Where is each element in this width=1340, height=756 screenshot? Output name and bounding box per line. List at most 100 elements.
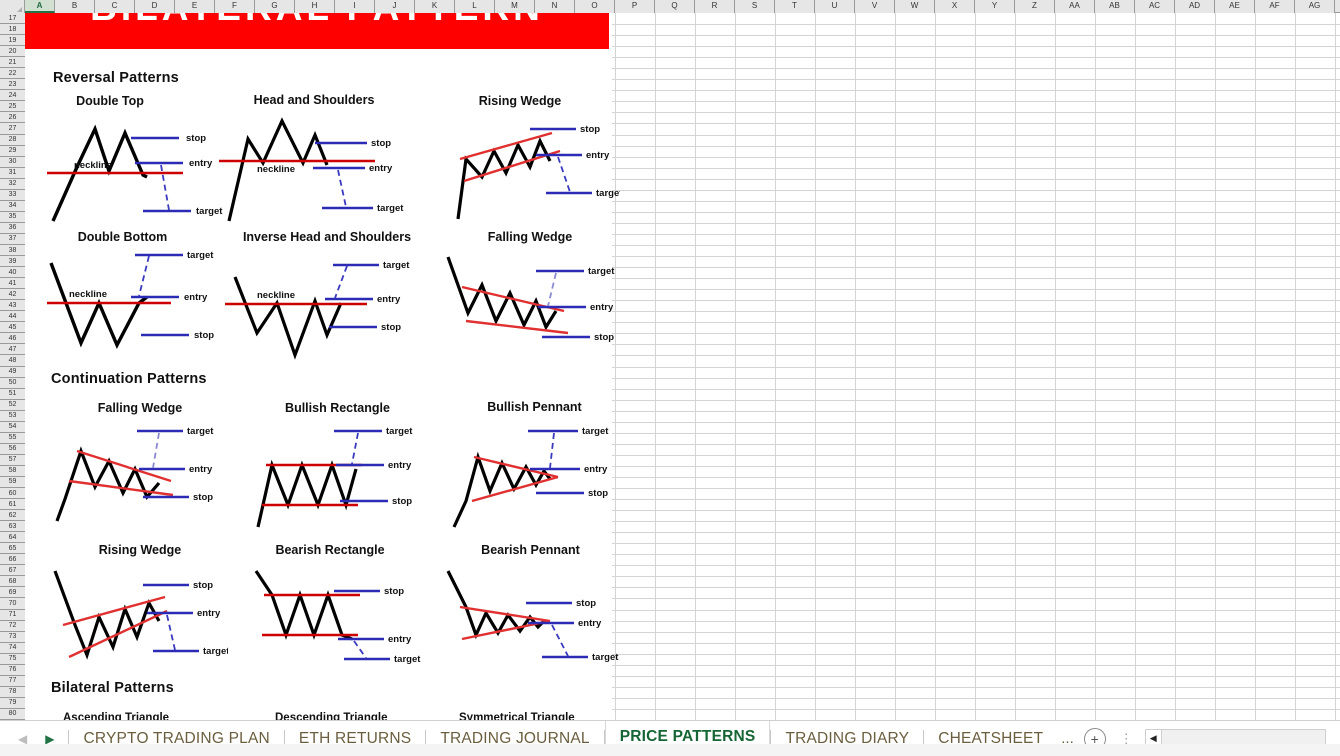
row-header-59[interactable]: 59 [0,476,25,489]
row-header-24[interactable]: 24 [0,90,25,102]
row-header-54[interactable]: 54 [0,421,25,433]
row-header-43[interactable]: 43 [0,300,25,312]
row-header-35[interactable]: 35 [0,211,25,223]
row-header-46[interactable]: 46 [0,333,25,345]
row-header-26[interactable]: 26 [0,112,25,124]
column-header-F[interactable]: F [215,0,255,13]
column-header-AE[interactable]: AE [1215,0,1255,13]
column-header-K[interactable]: K [415,0,455,13]
row-header-31[interactable]: 31 [0,167,25,179]
column-header-G[interactable]: G [255,0,295,13]
select-all-corner[interactable] [0,0,25,13]
column-header-AG[interactable]: AG [1295,0,1335,13]
row-header-56[interactable]: 56 [0,443,25,455]
row-header-52[interactable]: 52 [0,399,25,411]
column-header-AD[interactable]: AD [1175,0,1215,13]
row-header-47[interactable]: 47 [0,344,25,356]
row-header-30[interactable]: 30 [0,156,25,168]
row-header-18[interactable]: 18 [0,24,25,36]
row-header-38[interactable]: 38 [0,244,25,257]
column-header-T[interactable]: T [775,0,815,13]
column-header-L[interactable]: L [455,0,495,13]
column-header-P[interactable]: P [615,0,655,13]
row-header-50[interactable]: 50 [0,377,25,389]
row-header-column[interactable]: 17 18 19 20 21 22 23 24 25 26 27 28 29 30 31 32 33 34 35 36… [0,13,25,720]
column-header-C[interactable]: C [95,0,135,13]
column-header-AA[interactable]: AA [1055,0,1095,13]
row-header-25[interactable]: 25 [0,101,25,113]
column-header-Y[interactable]: Y [975,0,1015,13]
row-header-69[interactable]: 69 [0,587,25,599]
column-header-M[interactable]: M [495,0,535,13]
row-header-27[interactable]: 27 [0,123,25,135]
row-header-45[interactable]: 45 [0,322,25,334]
row-header-34[interactable]: 34 [0,200,25,212]
column-header-U[interactable]: U [815,0,855,13]
column-header-J[interactable]: J [375,0,415,13]
column-header-AC[interactable]: AC [1135,0,1175,13]
row-header-39[interactable]: 39 [0,256,25,268]
row-header-55[interactable]: 55 [0,432,25,444]
column-header-H[interactable]: H [295,0,335,13]
column-header-I[interactable]: I [335,0,375,13]
row-header-41[interactable]: 41 [0,278,25,290]
row-header-48[interactable]: 48 [0,355,25,367]
column-header-X[interactable]: X [935,0,975,13]
row-header-19[interactable]: 19 [0,35,25,47]
row-header-74[interactable]: 74 [0,642,25,654]
row-header-76[interactable]: 76 [0,664,25,676]
row-header-72[interactable]: 72 [0,620,25,632]
column-header-O[interactable]: O [575,0,615,13]
row-header-79[interactable]: 79 [0,697,25,709]
row-header-75[interactable]: 75 [0,653,25,665]
row-header-42[interactable]: 42 [0,289,25,301]
row-header-53[interactable]: 53 [0,410,25,422]
row-header-28[interactable]: 28 [0,134,25,146]
row-header-80[interactable]: 80 [0,708,25,720]
row-header-64[interactable]: 64 [0,532,25,544]
row-header-67[interactable]: 67 [0,565,25,577]
row-header-22[interactable]: 22 [0,68,25,80]
row-header-68[interactable]: 68 [0,576,25,588]
column-header-AB[interactable]: AB [1095,0,1135,13]
row-header-36[interactable]: 36 [0,222,25,234]
row-header-20[interactable]: 20 [0,46,25,58]
row-header-77[interactable]: 77 [0,675,25,687]
row-header-33[interactable]: 33 [0,189,25,201]
row-header-61[interactable]: 61 [0,499,25,511]
row-header-23[interactable]: 23 [0,79,25,91]
column-header-R[interactable]: R [695,0,735,13]
column-header-Q[interactable]: Q [655,0,695,13]
row-header-37[interactable]: 37 [0,233,25,245]
column-header-V[interactable]: V [855,0,895,13]
row-header-58[interactable]: 58 [0,465,25,477]
column-header-row[interactable]: A B C D E F G H I J K L M N O P Q R S T U V W X Y Z AA AB AC AD AE AF AG [0,0,1340,13]
row-header-51[interactable]: 51 [0,388,25,400]
column-header-W[interactable]: W [895,0,935,13]
row-header-60[interactable]: 60 [0,488,25,500]
column-header-E[interactable]: E [175,0,215,13]
column-header-D[interactable]: D [135,0,175,13]
column-header-A[interactable]: A [25,0,55,13]
row-header-40[interactable]: 40 [0,267,25,279]
row-header-71[interactable]: 71 [0,609,25,621]
next-sheet-icon[interactable]: ▶ [45,733,54,745]
row-header-49[interactable]: 49 [0,366,25,378]
row-header-73[interactable]: 73 [0,631,25,643]
row-header-62[interactable]: 62 [0,510,25,522]
row-header-17[interactable]: 17 [0,13,25,25]
row-header-32[interactable]: 32 [0,178,25,190]
worksheet-grid[interactable]: BILATERAL PATTERN Reversal Patterns Doub… [25,13,1340,720]
column-header-B[interactable]: B [55,0,95,13]
column-header-Z[interactable]: Z [1015,0,1055,13]
row-header-65[interactable]: 65 [0,543,25,555]
row-header-44[interactable]: 44 [0,311,25,323]
row-header-29[interactable]: 29 [0,145,25,157]
prev-sheet-icon[interactable]: ◀ [18,733,27,745]
column-header-AF[interactable]: AF [1255,0,1295,13]
column-header-N[interactable]: N [535,0,575,13]
column-header-S[interactable]: S [735,0,775,13]
row-header-21[interactable]: 21 [0,57,25,69]
row-header-70[interactable]: 70 [0,598,25,610]
row-header-57[interactable]: 57 [0,454,25,466]
